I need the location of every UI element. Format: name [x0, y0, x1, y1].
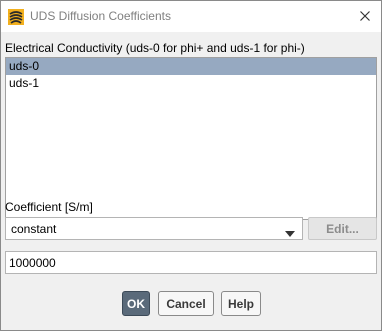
list-item-label: uds-1	[9, 76, 40, 90]
close-icon	[360, 10, 370, 24]
dialog-content: Electrical Conductivity (uds-0 for phi+ …	[1, 32, 381, 330]
list-item-label: uds-0	[9, 59, 40, 73]
uds-listbox[interactable]: uds-0 uds-1	[5, 57, 377, 220]
coefficient-label: Coefficient [S/m]	[5, 200, 93, 214]
uds-list-label: Electrical Conductivity (uds-0 for phi+ …	[5, 41, 305, 55]
close-button[interactable]	[353, 6, 377, 28]
chevron-down-icon	[285, 226, 295, 237]
cancel-button[interactable]: Cancel	[158, 291, 214, 316]
ansys-fluent-icon	[8, 9, 24, 25]
dialog-title: UDS Diffusion Coefficients	[30, 9, 171, 23]
coefficient-method-dropdown[interactable]: constant	[5, 217, 303, 240]
coefficient-value: 1000000	[9, 256, 56, 270]
list-item-uds-1[interactable]: uds-1	[6, 75, 376, 92]
help-button[interactable]: Help	[221, 291, 261, 316]
ok-button[interactable]: OK	[122, 291, 150, 316]
title-bar[interactable]: UDS Diffusion Coefficients	[1, 1, 381, 32]
uds-diffusion-dialog: UDS Diffusion Coefficients Electrical Co…	[0, 0, 382, 331]
edit-button[interactable]: Edit...	[308, 217, 377, 240]
list-item-uds-0[interactable]: uds-0	[6, 58, 376, 75]
dropdown-selected-value: constant	[11, 222, 57, 236]
coefficient-value-field[interactable]: 1000000	[5, 251, 377, 274]
